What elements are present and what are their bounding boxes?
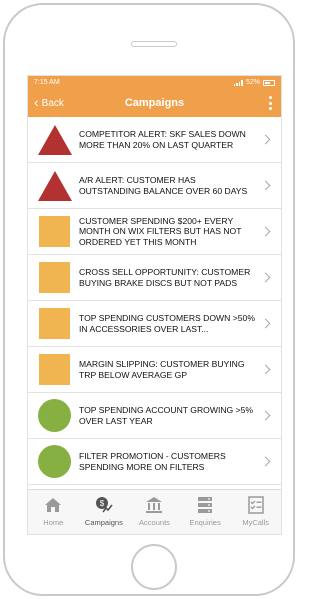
tab-label: MyCalls: [242, 518, 269, 527]
chevron-right-icon: [260, 134, 271, 145]
list-item[interactable]: TOP SPENDING ACCOUNT GROWING >5% OVER LA…: [28, 393, 281, 439]
list-item[interactable]: CUSTOMER SPENDING $200+ EVERY MONTH ON W…: [28, 209, 281, 255]
bank-icon: [146, 497, 163, 513]
alert-triangle-icon: [37, 123, 72, 156]
list-item[interactable]: MARGIN SLIPPING: CUSTOMER BUYING TRP BEL…: [28, 347, 281, 393]
warning-square-icon: [38, 215, 71, 248]
campaign-text: TOP SPENDING ACCOUNT GROWING >5% OVER LA…: [79, 405, 254, 426]
chevron-right-icon: [260, 364, 271, 375]
campaign-text: MARGIN SLIPPING: CUSTOMER BUYING TRP BEL…: [79, 359, 245, 380]
warning-square-icon: [38, 261, 71, 294]
phone-home-button[interactable]: [131, 544, 177, 590]
back-label: Back: [41, 97, 64, 109]
signal-icon: [233, 79, 243, 86]
warning-square-icon: [38, 353, 71, 386]
list-item[interactable]: A/R ALERT: CUSTOMER HAS OUTSTANDING BALA…: [28, 163, 281, 209]
alert-triangle-icon: [37, 169, 72, 202]
server-icon: [198, 497, 213, 513]
campaign-list: COMPETITOR ALERT: SKF SALES DOWN MORE TH…: [28, 117, 281, 490]
list-item[interactable]: TOP SPENDING CUSTOMERS DOWN >50% IN ACCE…: [28, 301, 281, 347]
home-icon: [45, 498, 62, 512]
campaign-text: A/R ALERT: CUSTOMER HAS OUTSTANDING BALA…: [79, 175, 248, 196]
chevron-right-icon: [260, 226, 271, 237]
tab-mycalls[interactable]: MyCalls: [230, 490, 281, 534]
checklist-icon: [247, 496, 264, 514]
campaign-text: TOP SPENDING CUSTOMERS DOWN >50% IN ACCE…: [79, 313, 255, 334]
tab-accounts[interactable]: Accounts: [129, 490, 180, 534]
phone-speaker: [131, 41, 177, 47]
list-item[interactable]: FILTER PROMOTION - CUSTOMERS SPENDING MO…: [28, 439, 281, 485]
campaigns-icon: $: [95, 497, 113, 513]
campaign-text: FILTER PROMOTION - CUSTOMERS SPENDING MO…: [79, 451, 226, 472]
tab-home[interactable]: Home: [28, 490, 79, 534]
battery-icon: [263, 79, 275, 86]
page-title: Campaigns: [124, 97, 185, 109]
svg-text:$: $: [100, 499, 105, 508]
tab-label: Home: [43, 518, 64, 527]
list-item[interactable]: COMPETITOR ALERT: SKF SALES DOWN MORE TH…: [28, 117, 281, 163]
campaign-text: COMPETITOR ALERT: SKF SALES DOWN MORE TH…: [79, 129, 246, 150]
chevron-left-icon: ‹: [34, 94, 39, 110]
list-item[interactable]: CROSS SELL OPPORTUNITY: CUSTOMER BUYING …: [28, 255, 281, 301]
positive-circle-icon: [38, 399, 71, 432]
status-time: 7:15 AM: [34, 79, 60, 86]
positive-circle-icon: [38, 445, 71, 478]
status-indicators: 52%: [233, 79, 275, 86]
battery-percent: 52%: [245, 79, 260, 86]
tab-enquiries[interactable]: Enquiries: [180, 490, 231, 534]
status-bar: 7:15 AM 52%: [28, 76, 281, 89]
chevron-right-icon: [260, 318, 271, 329]
campaign-text: CUSTOMER SPENDING $200+ EVERY MONTH ON W…: [79, 215, 242, 247]
chevron-right-icon: [260, 456, 271, 467]
campaign-text: CROSS SELL OPPORTUNITY: CUSTOMER BUYING …: [79, 267, 251, 288]
warning-square-icon: [38, 307, 71, 340]
tab-bar: Home $ Campaigns Accounts Enquiries MyCa…: [28, 489, 281, 534]
chevron-right-icon: [260, 272, 271, 283]
tab-label: Enquiries: [189, 518, 221, 527]
navigation-bar: ‹ Back Campaigns: [28, 89, 281, 117]
tab-label: Accounts: [139, 518, 170, 527]
app-screen: 7:15 AM 52% ‹ Back Campaigns COMPETITOR …: [27, 75, 282, 535]
more-options-icon[interactable]: [267, 96, 273, 110]
tab-label: Campaigns: [84, 518, 123, 527]
chevron-right-icon: [260, 180, 271, 191]
chevron-right-icon: [260, 410, 271, 421]
tab-campaigns[interactable]: $ Campaigns: [79, 490, 130, 534]
back-button[interactable]: ‹ Back: [34, 89, 64, 117]
phone-frame: 7:15 AM 52% ‹ Back Campaigns COMPETITOR …: [3, 3, 295, 596]
